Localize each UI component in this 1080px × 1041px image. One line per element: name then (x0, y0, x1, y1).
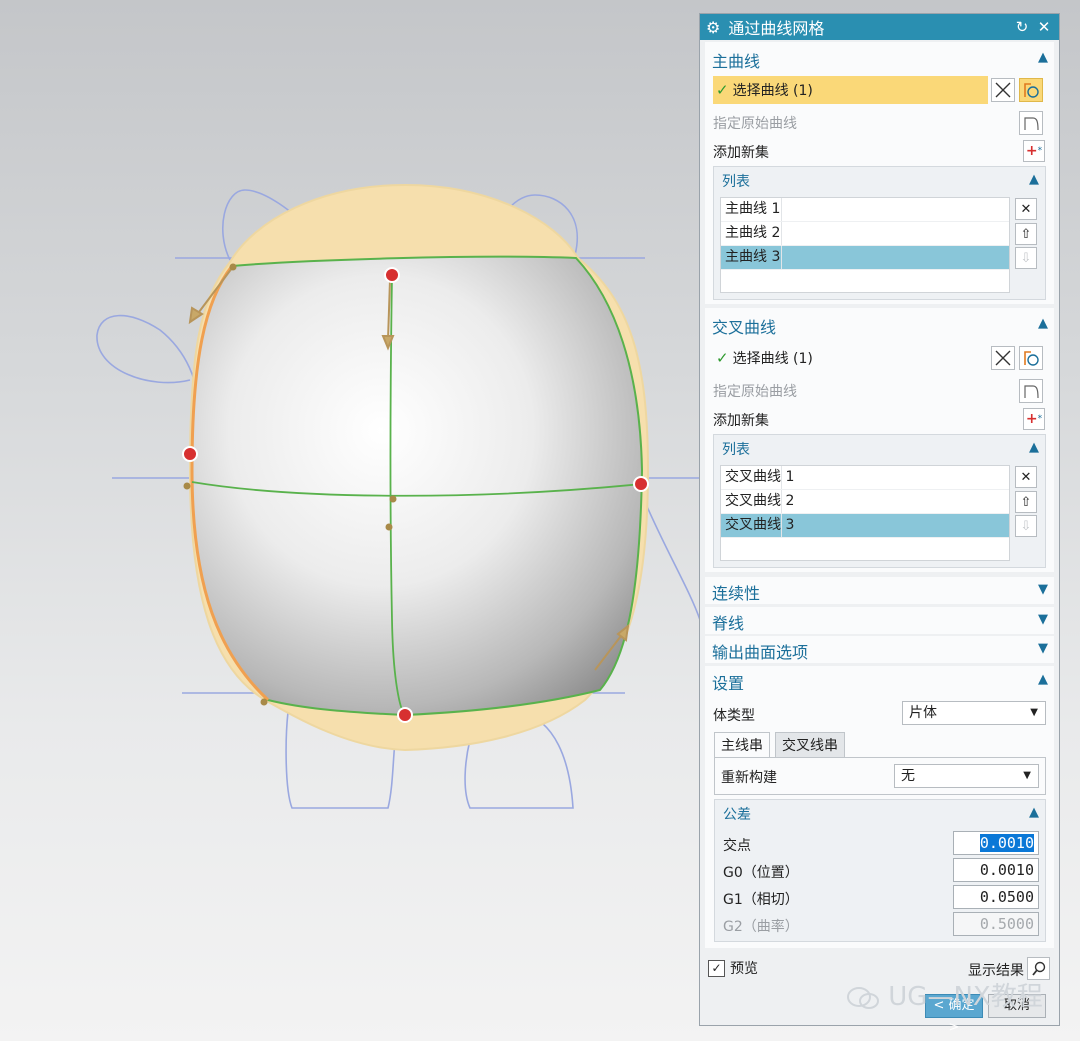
preview-checkbox[interactable]: ✓ (708, 959, 725, 977)
cross-add-new-set-label: 添加新集 (713, 413, 769, 429)
tolerance-label: 交点 (723, 838, 751, 854)
remove-icon[interactable]: ✕ (1015, 198, 1037, 220)
g0-tolerance-input[interactable]: 0.0010 (953, 858, 1039, 882)
tolerance-label: G1（相切） (723, 892, 799, 908)
settings-header[interactable]: 设置 (712, 670, 744, 694)
cross-specify-origin-label: 指定原始曲线 (713, 384, 797, 400)
chevron-up-icon[interactable]: ▲ (1029, 805, 1039, 820)
primary-select-curve-label: 选择曲线 (1) (732, 83, 813, 99)
through-curve-mesh-dialog: ⚙ 通过曲线网格 ↻ ✕ 主曲线 ▲ ✓ 选择曲线 (1) 指定原始曲线 添加新… (699, 13, 1060, 1035)
primary-specify-origin-label: 指定原始曲线 (713, 116, 797, 132)
primary-add-new-set-label: 添加新集 (713, 145, 769, 161)
deselect-icon[interactable] (991, 346, 1015, 370)
gear-icon[interactable]: ⚙ (706, 18, 720, 37)
spine-header: 脊线 (712, 614, 745, 633)
origin-curve-icon[interactable] (1019, 379, 1043, 403)
list-item[interactable]: 主曲线 3 (721, 246, 1009, 270)
add-set-icon[interactable]: + * (1023, 408, 1045, 430)
g1-tolerance-input[interactable]: 0.0500 (953, 885, 1039, 909)
add-set-icon[interactable]: + * (1023, 140, 1045, 162)
cross-select-curve-label: 选择曲线 (1) (732, 351, 813, 367)
move-down-icon[interactable]: ⇩ (1015, 515, 1037, 537)
close-icon[interactable]: ✕ (1035, 18, 1053, 36)
chevron-down-icon[interactable]: ▼ (1038, 612, 1048, 627)
cross-list-header[interactable]: 列表 (722, 439, 750, 459)
deselect-icon[interactable] (991, 78, 1015, 102)
output-options-header: 输出曲面选项 (712, 643, 809, 662)
tab-cross-string[interactable]: 交叉线串 (775, 732, 845, 758)
move-up-icon[interactable]: ⇧ (1015, 491, 1037, 513)
intersection-tolerance-input[interactable]: 0.0010 (953, 831, 1039, 855)
move-down-icon[interactable]: ⇩ (1015, 247, 1037, 269)
rebuild-label: 重新构建 (721, 770, 777, 786)
tab-panel: 重新构建 无 ▼ (714, 757, 1046, 795)
chevron-up-icon[interactable]: ▲ (1029, 172, 1039, 187)
graphics-viewport[interactable] (0, 0, 700, 1041)
primary-add-new-set[interactable]: 添加新集 (713, 138, 1046, 166)
chevron-up-icon[interactable]: ▲ (1038, 316, 1048, 331)
list-item[interactable]: 交叉曲线 3 (721, 514, 1009, 538)
cross-add-new-set[interactable]: 添加新集 (713, 406, 1046, 434)
tab-primary-string[interactable]: 主线串 (714, 732, 770, 758)
g2-tolerance-input[interactable]: 0.5000 (953, 912, 1039, 936)
list-item[interactable]: 主曲线 2 (721, 222, 1009, 246)
body-type-select[interactable]: 片体 ▼ (902, 701, 1046, 725)
move-up-icon[interactable]: ⇧ (1015, 223, 1037, 245)
reset-icon[interactable]: ↻ (1013, 18, 1031, 36)
chevron-up-icon[interactable]: ▲ (1029, 440, 1039, 455)
tolerance-label: G2（曲率） (723, 919, 799, 935)
chevron-down-icon[interactable]: ▼ (1038, 582, 1048, 597)
cross-curves-header[interactable]: 交叉曲线 (712, 314, 776, 338)
list-item[interactable]: 交叉曲线 2 (721, 490, 1009, 514)
cross-curves-section: 交叉曲线 ▲ ✓ 选择曲线 (1) 指定原始曲线 添加新集 +* 列表 ▲ 交 (705, 308, 1054, 572)
chevron-down-icon[interactable]: ▼ (1038, 641, 1048, 656)
settings-section: 设置 ▲ 体类型 片体 ▼ 主线串 交叉线串 重新构建 无 ▼ 公差 ▲ 交点 … (705, 666, 1054, 948)
dropdown-arrow-icon: ▼ (1030, 707, 1038, 718)
surface-body (190, 255, 644, 717)
list-item[interactable]: 交叉曲线 1 (721, 466, 1009, 490)
preview-label: 预览 (730, 961, 758, 977)
rebuild-select[interactable]: 无 ▼ (894, 764, 1039, 788)
chevron-up-icon[interactable]: ▲ (1038, 50, 1048, 65)
output-options-section[interactable]: 输出曲面选项 ▼ (705, 636, 1054, 663)
primary-curves-section: 主曲线 ▲ ✓ 选择曲线 (1) 指定原始曲线 添加新集 +* 列表 ▲ 主曲 (705, 42, 1054, 304)
dialog-titlebar[interactable]: ⚙ 通过曲线网格 ↻ ✕ (700, 14, 1059, 40)
continuity-section[interactable]: 连续性 ▼ (705, 577, 1054, 604)
cross-specify-origin[interactable]: 指定原始曲线 (713, 377, 1046, 405)
tolerance-label: G0（位置） (723, 865, 799, 881)
chevron-up-icon[interactable]: ▲ (1038, 672, 1048, 687)
remove-icon[interactable]: ✕ (1015, 466, 1037, 488)
spine-section[interactable]: 脊线 ▼ (705, 607, 1054, 634)
origin-curve-icon[interactable] (1019, 111, 1043, 135)
preview-row: ✓ 预览 (708, 958, 758, 978)
cross-curve-list: 交叉曲线 1 交叉曲线 2 交叉曲线 3 (720, 465, 1010, 561)
surface-model (96, 183, 700, 809)
continuity-header: 连续性 (712, 584, 761, 603)
primary-list-panel: 列表 ▲ 主曲线 1 主曲线 2 主曲线 3 ✕ ⇧ ⇩ (713, 166, 1046, 300)
tolerance-panel: 公差 ▲ 交点 0.0010 G0（位置） 0.0010 G1（相切） 0.05… (714, 799, 1046, 942)
cross-select-curve[interactable]: ✓ 选择曲线 (1) (713, 344, 988, 372)
primary-select-curve[interactable]: ✓ 选择曲线 (1) (713, 76, 988, 104)
body-type-label: 体类型 (713, 708, 755, 724)
check-icon: ✓ (716, 81, 729, 99)
watermark: UG—NX教程 (846, 976, 1043, 1013)
dropdown-arrow-icon: ▼ (1023, 770, 1031, 781)
check-icon: ✓ (716, 349, 729, 367)
wechat-logo-icon (846, 985, 880, 1011)
curve-rule-icon[interactable] (1019, 346, 1043, 370)
rebuild-value: 无 (901, 768, 915, 784)
body-type-value: 片体 (909, 705, 937, 721)
curve-rule-icon[interactable] (1019, 78, 1043, 102)
primary-curve-list: 主曲线 1 主曲线 2 主曲线 3 (720, 197, 1010, 293)
primary-curves-header[interactable]: 主曲线 (712, 48, 760, 72)
list-item[interactable]: 主曲线 1 (721, 198, 1009, 222)
watermark-text: UG—NX教程 (888, 982, 1043, 1012)
primary-list-header[interactable]: 列表 (722, 171, 750, 191)
primary-specify-origin[interactable]: 指定原始曲线 (713, 109, 1046, 137)
cross-list-panel: 列表 ▲ 交叉曲线 1 交叉曲线 2 交叉曲线 3 ✕ ⇧ ⇩ (713, 434, 1046, 568)
tolerance-header[interactable]: 公差 (723, 804, 751, 824)
dialog-title: 通过曲线网格 (728, 19, 825, 38)
